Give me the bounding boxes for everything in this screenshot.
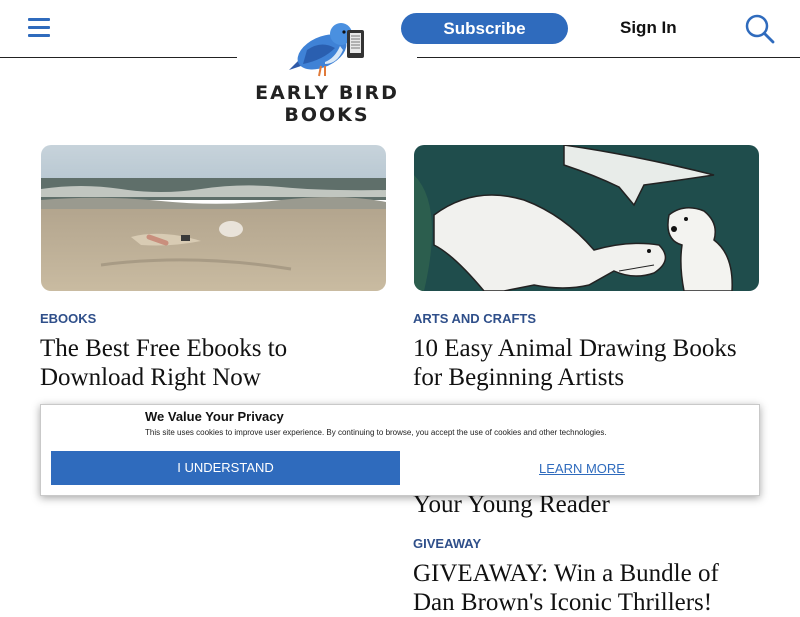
article-image-beach[interactable] [41, 145, 386, 291]
article-title[interactable]: 10 Easy Animal Drawing Books for Beginni… [413, 334, 763, 392]
privacy-title: We Value Your Privacy [145, 409, 284, 424]
article-category[interactable]: EBOOKS [40, 311, 96, 326]
site-logo[interactable]: EARLY BIRD BOOKS [237, 20, 417, 126]
learn-more-link[interactable]: LEARN MORE [539, 461, 625, 476]
sign-in-link[interactable]: Sign In [620, 18, 677, 38]
bird-reading-logo-icon [289, 23, 364, 77]
article-title[interactable]: The Best Free Ebooks to Download Right N… [40, 334, 390, 392]
subscribe-button[interactable]: Subscribe [401, 13, 568, 44]
header-divider-right [417, 57, 800, 58]
article-image-animal-drawings[interactable] [414, 145, 759, 291]
privacy-text: This site uses cookies to improve user e… [145, 428, 607, 437]
search-icon[interactable] [745, 14, 775, 44]
article-title[interactable]: GIVEAWAY: Win a Bundle of Dan Brown's Ic… [413, 559, 763, 617]
accept-cookies-button[interactable]: I UNDERSTAND [51, 451, 400, 485]
site-header: EARLY BIRD BOOKS Subscribe Sign In [0, 0, 800, 126]
privacy-banner: We Value Your Privacy This site uses coo… [40, 404, 760, 496]
article-category[interactable]: GIVEAWAY [413, 536, 481, 551]
article-category[interactable]: ARTS AND CRAFTS [413, 311, 536, 326]
header-divider-left [0, 57, 237, 58]
logo-text: EARLY BIRD BOOKS [255, 82, 399, 126]
menu-icon[interactable] [28, 18, 50, 38]
